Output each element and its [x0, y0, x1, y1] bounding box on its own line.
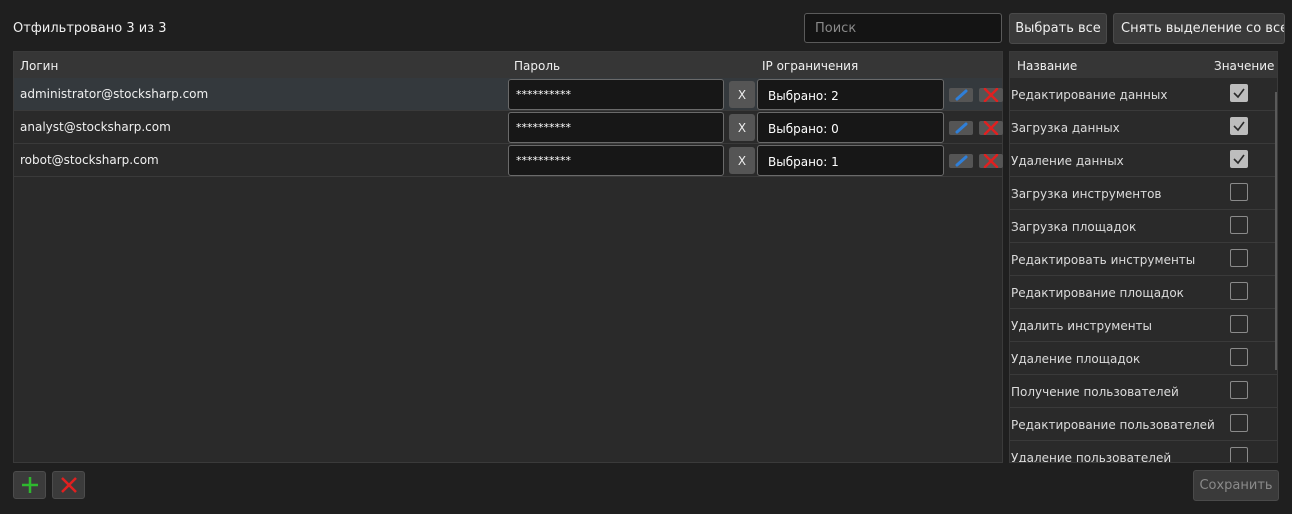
filter-status: Отфильтровано 3 из 3: [13, 21, 167, 36]
permission-name: Удаление данных: [1011, 154, 1124, 168]
login-cell: administrator@stocksharp.com: [20, 87, 209, 101]
clear-password-button[interactable]: X: [729, 81, 755, 108]
permission-checkbox[interactable]: [1230, 414, 1248, 432]
save-button[interactable]: Сохранить: [1193, 470, 1279, 501]
permissions-panel: Название Значение Редактирование данных З…: [1009, 51, 1278, 463]
delete-button[interactable]: [979, 120, 1003, 136]
login-cell: analyst@stocksharp.com: [20, 120, 171, 134]
login-cell: robot@stocksharp.com: [20, 153, 159, 167]
users-grid-header: Логин Пароль IP ограничения: [14, 52, 1002, 78]
clear-password-button[interactable]: X: [729, 114, 755, 141]
permission-name: Загрузка площадок: [1011, 220, 1137, 234]
remove-user-button[interactable]: [52, 471, 85, 499]
permission-row[interactable]: Редактирование пользователей: [1010, 408, 1277, 441]
permission-name: Загрузка инструментов: [1011, 187, 1162, 201]
table-row[interactable]: administrator@stocksharp.com ********** …: [14, 78, 1003, 111]
permission-name: Редактирование данных: [1011, 88, 1168, 102]
permission-row[interactable]: Удаление площадок: [1010, 342, 1277, 375]
x-icon: [983, 153, 999, 169]
pencil-icon: [955, 122, 968, 134]
permission-row[interactable]: Редактирование площадок: [1010, 276, 1277, 309]
permission-checkbox[interactable]: [1230, 315, 1248, 333]
permission-checkbox[interactable]: [1230, 447, 1248, 462]
permission-name: Редактирование площадок: [1011, 286, 1184, 300]
x-icon: [983, 87, 999, 103]
permission-name: Удалить инструменты: [1011, 319, 1153, 333]
permission-checkbox[interactable]: [1230, 249, 1248, 267]
check-icon: [1233, 121, 1245, 132]
permission-row[interactable]: Редактировать инструменты: [1010, 243, 1277, 276]
scrollbar[interactable]: [1275, 92, 1277, 370]
permission-name: Удаление пользователей: [1011, 451, 1172, 463]
pencil-icon: [955, 155, 968, 167]
ip-restrictions-field[interactable]: Выбрано: 0: [757, 112, 944, 143]
password-field[interactable]: **********: [508, 79, 724, 110]
permission-row[interactable]: Загрузка инструментов: [1010, 177, 1277, 210]
edit-button[interactable]: [949, 88, 973, 102]
pencil-icon: [955, 89, 968, 101]
column-password[interactable]: Пароль: [514, 59, 560, 73]
edit-button[interactable]: [949, 121, 973, 135]
permission-name: Загрузка данных: [1011, 121, 1120, 135]
permission-name: Удаление площадок: [1011, 352, 1141, 366]
search-input[interactable]: [804, 13, 1002, 43]
x-icon: [983, 120, 999, 136]
plus-icon: [21, 477, 38, 493]
permission-row[interactable]: Удалить инструменты: [1010, 309, 1277, 342]
permission-checkbox[interactable]: [1230, 216, 1248, 234]
permission-name: Получение пользователей: [1011, 385, 1179, 399]
deselect-all-button[interactable]: Снять выделение со всех: [1113, 13, 1285, 44]
permission-row[interactable]: Редактирование данных: [1010, 78, 1277, 111]
password-field[interactable]: **********: [508, 145, 724, 176]
column-name[interactable]: Название: [1017, 59, 1077, 73]
table-row[interactable]: robot@stocksharp.com ********** X Выбран…: [14, 144, 1003, 177]
ip-restrictions-field[interactable]: Выбрано: 2: [757, 79, 944, 110]
permission-row[interactable]: Получение пользователей: [1010, 375, 1277, 408]
check-icon: [1233, 154, 1245, 165]
delete-button[interactable]: [979, 153, 1003, 169]
column-ip[interactable]: IP ограничения: [762, 59, 858, 73]
select-all-button[interactable]: Выбрать все: [1009, 13, 1107, 44]
permission-name: Редактировать инструменты: [1011, 253, 1196, 267]
x-icon: [60, 477, 77, 493]
permission-checkbox[interactable]: [1230, 150, 1248, 168]
delete-button[interactable]: [979, 87, 1003, 103]
permission-row[interactable]: Загрузка площадок: [1010, 210, 1277, 243]
add-user-button[interactable]: [13, 471, 46, 499]
permission-row[interactable]: Удаление пользователей: [1010, 441, 1277, 463]
permission-row[interactable]: Загрузка данных: [1010, 111, 1277, 144]
permission-checkbox[interactable]: [1230, 183, 1248, 201]
permissions-header: Название Значение: [1010, 52, 1277, 78]
clear-password-button[interactable]: X: [729, 147, 755, 174]
permission-checkbox[interactable]: [1230, 381, 1248, 399]
users-grid: Логин Пароль IP ограничения administrato…: [13, 51, 1003, 463]
password-field[interactable]: **********: [508, 112, 724, 143]
permission-row[interactable]: Удаление данных: [1010, 144, 1277, 177]
edit-button[interactable]: [949, 154, 973, 168]
permission-checkbox[interactable]: [1230, 348, 1248, 366]
check-icon: [1233, 88, 1245, 99]
permission-name: Редактирование пользователей: [1011, 418, 1215, 432]
column-login[interactable]: Логин: [20, 59, 58, 73]
permission-checkbox[interactable]: [1230, 84, 1248, 102]
table-row[interactable]: analyst@stocksharp.com ********** X Выбр…: [14, 111, 1003, 144]
permission-checkbox[interactable]: [1230, 282, 1248, 300]
column-value[interactable]: Значение: [1214, 59, 1274, 73]
permission-checkbox[interactable]: [1230, 117, 1248, 135]
ip-restrictions-field[interactable]: Выбрано: 1: [757, 145, 944, 176]
